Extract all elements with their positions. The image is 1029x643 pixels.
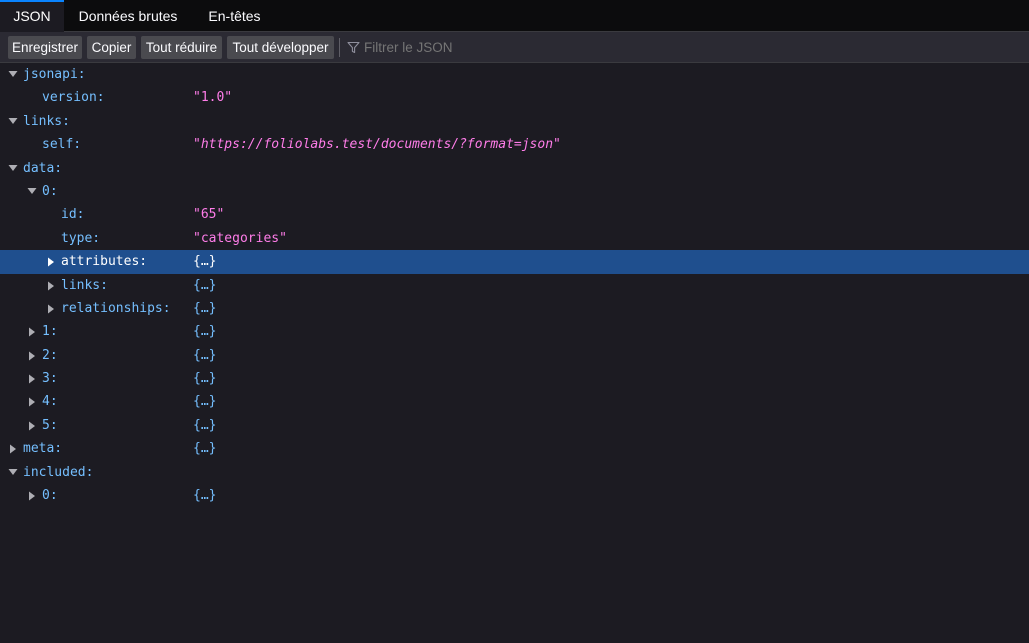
tab-headers[interactable]: En-têtes: [192, 0, 277, 32]
tree-key[interactable]: 5:: [42, 414, 58, 437]
copy-button[interactable]: Copier: [87, 36, 136, 59]
tree-value-object[interactable]: {…}: [193, 344, 216, 367]
toolbar: Enregistrer Copier Tout réduire Tout dév…: [0, 32, 1029, 63]
expand-all-button[interactable]: Tout développer: [227, 36, 334, 59]
tree-value-url[interactable]: "https://foliolabs.test/documents/?forma…: [193, 133, 561, 156]
expanded-arrow-icon[interactable]: [8, 157, 18, 180]
tree-key[interactable]: attributes:: [61, 250, 147, 273]
tree-value-object[interactable]: {…}: [193, 274, 216, 297]
tree-row-item-links[interactable]: links: {…}: [0, 274, 1029, 297]
tree-row-data-2[interactable]: 2: {…}: [0, 344, 1029, 367]
tree-row-data-3[interactable]: 3: {…}: [0, 367, 1029, 390]
tree-row-relationships[interactable]: relationships: {…}: [0, 297, 1029, 320]
tree-value-string: "categories": [193, 230, 287, 246]
tree-row-links[interactable]: links:: [0, 110, 1029, 133]
tree-row-data-4[interactable]: 4: {…}: [0, 390, 1029, 413]
tree-value-object[interactable]: {…}: [193, 437, 216, 460]
tree-row-data[interactable]: data:: [0, 157, 1029, 180]
collapsed-arrow-icon[interactable]: [28, 414, 38, 437]
tree-row-type[interactable]: type: "categories": [0, 227, 1029, 250]
filter-input[interactable]: [364, 36, 1014, 59]
tree-row-attributes[interactable]: attributes: {…}: [0, 250, 1029, 274]
expanded-arrow-icon[interactable]: [27, 180, 37, 203]
tree-value-string: "65": [193, 207, 225, 223]
tree-row-version[interactable]: version: "1.0": [0, 86, 1029, 109]
tree-row-data-0[interactable]: 0:: [0, 180, 1029, 203]
tree-value-string: "1.0": [193, 90, 233, 106]
collapse-all-button[interactable]: Tout réduire: [141, 36, 222, 59]
filter-icon: [347, 41, 360, 54]
tree-key[interactable]: id:: [61, 203, 84, 226]
tree-key[interactable]: 2:: [42, 344, 58, 367]
tree-value-object[interactable]: {…}: [193, 250, 216, 273]
tree-key[interactable]: 3:: [42, 367, 58, 390]
tree-row-meta[interactable]: meta: {…}: [0, 437, 1029, 460]
tree-key[interactable]: 0:: [42, 484, 58, 507]
collapsed-arrow-icon[interactable]: [28, 320, 38, 343]
tree-key[interactable]: included:: [23, 461, 93, 484]
collapsed-arrow-icon[interactable]: [47, 297, 57, 320]
toolbar-divider: [339, 38, 340, 57]
tree-key[interactable]: 1:: [42, 320, 58, 343]
collapsed-arrow-icon[interactable]: [9, 437, 19, 460]
collapsed-arrow-icon[interactable]: [47, 274, 57, 297]
tree-key[interactable]: self:: [42, 133, 81, 156]
tree-key[interactable]: meta:: [23, 437, 62, 460]
collapsed-arrow-icon[interactable]: [28, 390, 38, 413]
tree-key[interactable]: type:: [61, 227, 100, 250]
tree-row-included[interactable]: included:: [0, 461, 1029, 484]
tree-key[interactable]: links:: [23, 110, 70, 133]
tree-row-included-0[interactable]: 0: {…}: [0, 484, 1029, 507]
collapsed-arrow-icon[interactable]: [28, 367, 38, 390]
collapsed-arrow-icon[interactable]: [28, 484, 38, 507]
tree-row-data-5[interactable]: 5: {…}: [0, 414, 1029, 437]
tree-row-data-1[interactable]: 1: {…}: [0, 320, 1029, 343]
expanded-arrow-icon[interactable]: [8, 110, 18, 133]
tree-value-object[interactable]: {…}: [193, 484, 216, 507]
json-tree: jsonapi: version: "1.0" links: self: "ht…: [0, 63, 1029, 507]
tree-key[interactable]: relationships:: [61, 297, 171, 320]
tree-value-object[interactable]: {…}: [193, 320, 216, 343]
tree-row-id[interactable]: id: "65": [0, 203, 1029, 226]
tree-value-object[interactable]: {…}: [193, 297, 216, 320]
tree-key[interactable]: 0:: [42, 180, 58, 203]
tab-raw-data[interactable]: Données brutes: [64, 0, 192, 32]
tree-key[interactable]: 4:: [42, 390, 58, 413]
tree-key[interactable]: links:: [61, 274, 108, 297]
tree-key[interactable]: version:: [42, 86, 105, 109]
collapsed-arrow-icon[interactable]: [28, 344, 38, 367]
collapsed-arrow-icon[interactable]: [47, 250, 57, 273]
tree-row-self[interactable]: self: "https://foliolabs.test/documents/…: [0, 133, 1029, 156]
expanded-arrow-icon[interactable]: [8, 461, 18, 484]
tree-value-object[interactable]: {…}: [193, 414, 216, 437]
tree-key[interactable]: data:: [23, 157, 62, 180]
tree-value-object[interactable]: {…}: [193, 390, 216, 413]
tab-json[interactable]: JSON: [0, 0, 64, 32]
tab-bar: JSON Données brutes En-têtes: [0, 0, 1029, 32]
tree-value-object[interactable]: {…}: [193, 367, 216, 390]
save-button[interactable]: Enregistrer: [8, 36, 82, 59]
tree-row-jsonapi[interactable]: jsonapi:: [0, 63, 1029, 86]
expanded-arrow-icon[interactable]: [8, 63, 18, 86]
tree-key[interactable]: jsonapi:: [23, 63, 86, 86]
